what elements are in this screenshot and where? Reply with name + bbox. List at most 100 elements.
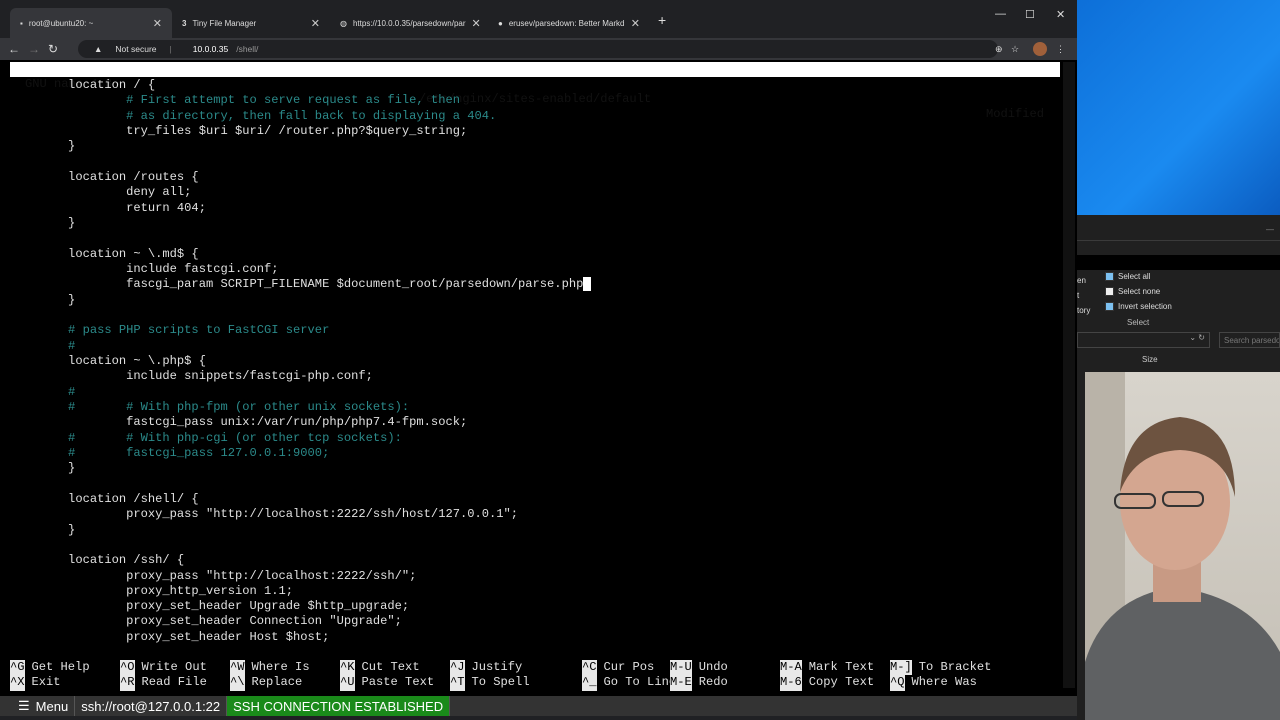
shortcut-key: M-U	[670, 660, 692, 676]
shortcut-where-was[interactable]: ^Q Where Was	[890, 675, 977, 691]
shortcut-go-to-line[interactable]: ^_ Go To Line	[582, 675, 676, 691]
code-line: # # With php-fpm (or other unix sockets)…	[10, 399, 410, 414]
shortcut-mark-text[interactable]: M-A Mark Text	[780, 660, 874, 676]
shortcut-copy-text[interactable]: M-6 Copy Text	[780, 675, 875, 691]
size-column-header[interactable]: Size	[1142, 355, 1158, 364]
shortcut-label: Get Help	[31, 660, 90, 674]
ribbon-item[interactable]: t	[1077, 288, 1090, 303]
shortcut-redo[interactable]: M-E Redo	[670, 675, 728, 691]
tab-github[interactable]: ● erusev/parsedown: Better Markd ✕	[488, 8, 650, 38]
menu-label: Menu	[35, 698, 69, 714]
shortcut-key: ^Q	[890, 675, 905, 691]
scrollbar[interactable]	[1063, 62, 1075, 688]
warning-icon: ▲	[94, 44, 103, 54]
browser-window: ▪ root@ubuntu20: ~ ✕ 3 Tiny File Manager ✕ ◍…	[0, 0, 1077, 720]
select-none-button[interactable]: Select none	[1105, 287, 1160, 296]
new-tab-button[interactable]: +	[658, 12, 666, 28]
code-line: #	[10, 384, 76, 399]
reload-icon[interactable]: ↻	[48, 42, 58, 56]
tab-terminal[interactable]: ▪ root@ubuntu20: ~ ✕	[10, 8, 172, 38]
shortcut-key: ^K	[340, 660, 355, 676]
terminal[interactable]: GNU nano 4.8 /etc/nginx/sites-enabled/de…	[0, 60, 1077, 696]
editor-content[interactable]: location / { # First attempt to serve re…	[10, 78, 591, 645]
label: Select all	[1118, 272, 1151, 281]
shortcut-cut-text[interactable]: ^K Cut Text	[340, 660, 420, 676]
shortcut-paste-text[interactable]: ^U Paste Text	[340, 675, 434, 691]
github-icon: ●	[498, 18, 503, 28]
code-line: deny all;	[10, 185, 192, 200]
shortcut-undo[interactable]: M-U Undo	[670, 660, 728, 676]
shortcut-to-bracket[interactable]: M-] To Bracket	[890, 660, 992, 676]
star-icon[interactable]: ☆	[1011, 44, 1019, 55]
address-bar[interactable]: ▲ Not secure | 10.0.0.35/shell/	[78, 40, 998, 58]
shortcut-key: ^T	[450, 675, 465, 691]
shortcut-label: To Bracket	[918, 660, 992, 674]
menu-dots-icon[interactable]: ⋮	[1056, 44, 1065, 55]
code-line: include fastcgi.conf;	[10, 261, 279, 276]
label: Invert selection	[1118, 302, 1172, 311]
avatar[interactable]	[1033, 42, 1047, 56]
tab-strip: ▪ root@ubuntu20: ~ ✕ 3 Tiny File Manager ✕ ◍…	[0, 0, 1077, 38]
shortcut-key: ^U	[340, 675, 355, 691]
select-none-icon	[1105, 287, 1114, 296]
shortcut-label: Copy Text	[808, 675, 875, 690]
shortcut-key: ^G	[10, 660, 25, 676]
code-line: # fastcgi_pass 127.0.0.1:9000;	[10, 445, 330, 460]
shortcut-to-spell[interactable]: ^T To Spell	[450, 675, 530, 691]
code-line: location /shell/ {	[10, 491, 199, 506]
shortcut-replace[interactable]: ^\ Replace	[230, 675, 302, 691]
close-tab-icon[interactable]: ✕	[472, 17, 481, 30]
close-tab-icon[interactable]: ✕	[631, 17, 640, 30]
code-line: return 404;	[10, 200, 206, 215]
shortcut-get-help[interactable]: ^G Get Help	[10, 660, 90, 676]
shortcut-key: ^J	[450, 660, 465, 676]
code-line: # pass PHP scripts to FastCGI server	[10, 323, 330, 338]
code-line: location /routes {	[10, 169, 199, 184]
tab-file-manager[interactable]: 3 Tiny File Manager ✕	[172, 8, 330, 38]
shortcut-key: ^R	[120, 675, 135, 691]
shortcut-justify[interactable]: ^J Justify	[450, 660, 522, 676]
tab-parsedown[interactable]: ◍ https://10.0.0.35/parsedown/par ✕	[330, 8, 488, 38]
code-line: location ~ \.php$ {	[10, 353, 206, 368]
zoom-icon[interactable]: ⊕	[995, 44, 1003, 55]
code-line: proxy_pass "http://localhost:2222/ssh/ho…	[10, 507, 519, 522]
code-line: }	[10, 461, 76, 476]
nano-title-bar: GNU nano 4.8 /etc/nginx/sites-enabled/de…	[10, 62, 1060, 121]
select-all-button[interactable]: Select all	[1105, 272, 1150, 281]
search-input[interactable]: Search parsedo	[1219, 332, 1280, 348]
forward-icon[interactable]: →	[28, 42, 40, 56]
shortcut-label: Cur Pos	[603, 660, 655, 674]
globe-icon: ◍	[340, 18, 347, 28]
code-line: proxy_pass "http://localhost:2222/ssh/";	[10, 568, 417, 583]
ribbon-item[interactable]: en	[1077, 273, 1090, 288]
close-window-button[interactable]: ✕	[1056, 8, 1065, 21]
maximize-button[interactable]: ☐	[1025, 8, 1035, 21]
menu-button[interactable]: ☰ Menu	[0, 696, 76, 716]
shortcut-key: ^C	[582, 660, 597, 676]
security-label[interactable]: Not secure	[115, 44, 156, 54]
tiny-file-manager-icon: 3	[182, 18, 187, 28]
code-line: proxy_set_header Connection "Upgrade";	[10, 614, 402, 629]
address-field[interactable]: ⌄ ↻	[1077, 332, 1210, 348]
close-tab-icon[interactable]: ✕	[311, 17, 320, 30]
code-line: location / {	[10, 78, 156, 92]
webcam-overlay	[1085, 372, 1280, 720]
invert-selection-button[interactable]: Invert selection	[1105, 302, 1172, 311]
shortcut-write-out[interactable]: ^O Write Out	[120, 660, 207, 676]
minimize-button[interactable]: —	[1266, 225, 1274, 234]
shortcut-where-is[interactable]: ^W Where Is	[230, 660, 310, 676]
tab-title: Tiny File Manager	[192, 18, 257, 28]
shortcut-read-file[interactable]: ^R Read File	[120, 675, 207, 691]
ribbon-item[interactable]: tory	[1077, 303, 1090, 318]
url-path: /shell/	[236, 44, 259, 54]
shortcut-cur-pos[interactable]: ^C Cur Pos	[582, 660, 655, 676]
minimize-button[interactable]: —	[995, 8, 1006, 20]
back-icon[interactable]: ←	[8, 42, 20, 56]
code-line: proxy_set_header Upgrade $http_upgrade;	[10, 599, 410, 614]
code-line: }	[10, 522, 76, 537]
shortcut-exit[interactable]: ^X Exit	[10, 675, 61, 691]
text-cursor	[583, 277, 591, 292]
close-tab-icon[interactable]: ✕	[153, 17, 162, 30]
shortcut-key: M-E	[670, 675, 692, 691]
